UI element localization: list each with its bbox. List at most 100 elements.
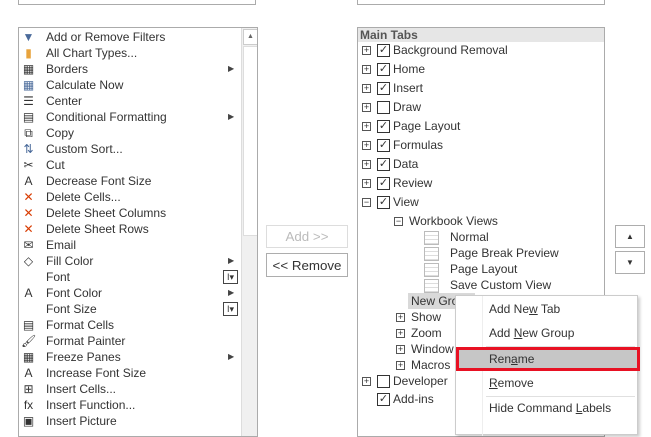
commands-scrollbar[interactable]: ▲ <box>241 28 257 436</box>
checkbox[interactable]: ✓ <box>377 44 390 58</box>
tab-item[interactable]: ✓ Add-ins <box>377 390 434 409</box>
command-item[interactable]: 🖌 Format Painter <box>19 333 239 349</box>
group-item[interactable]: + Window <box>396 341 454 357</box>
expand-toggle-icon[interactable]: + <box>396 313 405 323</box>
group-item[interactable]: + Show <box>396 309 441 325</box>
command-item[interactable]: ✕ Delete Sheet Columns <box>19 205 239 221</box>
menu-item-hide-command-labels[interactable]: Hide Command Labels <box>456 397 637 419</box>
command-label: Font Size <box>46 302 97 316</box>
command-item[interactable]: Save Custom View <box>424 277 551 293</box>
tab-item[interactable]: − ✓ View <box>362 193 419 212</box>
checkbox[interactable]: ✓ <box>377 196 390 210</box>
expand-toggle-icon[interactable]: + <box>362 103 371 113</box>
command-item[interactable]: ✕ Delete Cells... <box>19 189 239 205</box>
expand-toggle-icon[interactable]: + <box>362 122 371 132</box>
menu-item-rename[interactable]: Rename <box>456 347 640 371</box>
menu-label: Hide Command <box>489 401 576 415</box>
choose-commands-dropdown[interactable] <box>18 0 256 5</box>
command-item[interactable]: ▦ Freeze Panes ▶ <box>19 349 239 365</box>
checkbox[interactable]: ✓ <box>377 393 390 407</box>
checkbox[interactable]: ✓ <box>377 63 390 77</box>
move-down-button[interactable]: ▼ <box>615 251 645 274</box>
tree-label: Zoom <box>411 326 442 340</box>
command-label: Delete Sheet Rows <box>46 222 149 236</box>
expand-toggle-icon[interactable]: + <box>396 361 405 371</box>
expand-toggle-icon[interactable]: + <box>362 46 371 56</box>
checkbox[interactable]: ✓ <box>377 82 390 96</box>
command-item[interactable]: ▼ Add or Remove Filters <box>19 29 239 45</box>
command-item[interactable]: A Increase Font Size <box>19 365 239 381</box>
command-item[interactable]: ✉ Email <box>19 237 239 253</box>
tab-item[interactable]: + Developer <box>362 372 448 391</box>
tab-item[interactable]: + ✓ Background Removal <box>362 41 508 60</box>
remove-button[interactable]: << Remove <box>266 253 348 277</box>
checkbox[interactable]: ✓ <box>377 177 390 191</box>
command-item[interactable]: ✂ Cut <box>19 157 239 173</box>
checkbox[interactable]: ✓ <box>377 158 390 172</box>
commands-list[interactable]: ▣ Insert Picture fx Insert Function... ⊞ Inse… <box>18 27 258 437</box>
command-item[interactable]: A Font Color ▶ <box>19 285 239 301</box>
checkbox[interactable]: ✓ <box>377 120 390 134</box>
tab-item[interactable]: + ✓ Page Layout <box>362 117 460 136</box>
checkbox[interactable]: ✓ <box>377 139 390 153</box>
group-item[interactable]: + Macros <box>396 357 450 373</box>
tree-label: Page Break Preview <box>450 246 559 260</box>
scroll-up-button[interactable]: ▲ <box>243 29 257 45</box>
command-item[interactable]: ⇅ Custom Sort... <box>19 141 239 157</box>
command-item[interactable]: ▤ Conditional Formatting ▶ <box>19 109 239 125</box>
expand-toggle-icon[interactable]: + <box>362 141 371 151</box>
command-item[interactable]: ▦ Borders ▶ <box>19 61 239 77</box>
text-box-icon: I▾ <box>223 302 238 316</box>
expand-toggle-icon[interactable]: − <box>394 217 403 227</box>
submenu-arrow-icon: ▶ <box>228 64 235 73</box>
tab-item[interactable]: + ✓ Home <box>362 60 425 79</box>
expand-toggle-icon[interactable]: + <box>362 84 371 94</box>
tab-item[interactable]: + ✓ Data <box>362 155 418 174</box>
command-item[interactable]: ▦ Calculate Now <box>19 77 239 93</box>
command-item[interactable]: ▣ Insert Picture <box>19 413 239 429</box>
customize-ribbon-dropdown[interactable] <box>357 0 605 5</box>
expand-toggle-icon[interactable]: + <box>362 160 371 170</box>
calculator-icon: ▦ <box>22 78 35 92</box>
command-item[interactable]: ▮ All Chart Types... <box>19 45 239 61</box>
command-item[interactable]: Font I▾ <box>19 269 239 285</box>
command-item[interactable]: fx Insert Function... <box>19 397 239 413</box>
command-item[interactable]: ✕ Delete Sheet Rows <box>19 221 239 237</box>
insert-cells-icon: ⊞ <box>23 382 34 396</box>
expand-toggle-icon[interactable]: + <box>396 345 405 355</box>
scroll-thumb[interactable] <box>243 46 257 236</box>
command-item[interactable]: ☰ Center <box>19 93 239 109</box>
command-item[interactable]: Font Size I▾ <box>19 301 239 317</box>
move-up-button[interactable]: ▲ <box>615 225 645 248</box>
tab-item[interactable]: + Draw <box>362 98 421 117</box>
tab-item[interactable]: + ✓ Insert <box>362 79 423 98</box>
tree-label: Add-ins <box>393 392 434 406</box>
checkbox[interactable] <box>377 101 390 115</box>
command-item[interactable]: Normal <box>424 229 489 245</box>
expand-toggle-icon[interactable]: + <box>362 377 371 387</box>
menu-item-remove[interactable]: Remove <box>456 372 637 394</box>
command-item[interactable]: Page Break Preview <box>424 245 559 261</box>
checkbox[interactable] <box>377 375 390 389</box>
tab-item[interactable]: + ✓ Formulas <box>362 136 443 155</box>
tab-item[interactable]: + ✓ Review <box>362 174 432 193</box>
command-item[interactable]: A Decrease Font Size <box>19 173 239 189</box>
command-label: Center <box>46 94 83 108</box>
command-item[interactable]: ◇ Fill Color ▶ <box>19 253 239 269</box>
expand-toggle-icon[interactable]: + <box>396 329 405 339</box>
menu-label: ew Group <box>522 326 575 340</box>
command-item[interactable]: ⊞ Insert Cells... <box>19 381 239 397</box>
command-label: Format Painter <box>46 334 126 348</box>
menu-item-add-new-tab[interactable]: Add New Tab <box>456 298 637 320</box>
command-item[interactable]: Page Layout <box>424 261 517 277</box>
delete-cells-icon: ✕ <box>23 190 34 204</box>
command-item[interactable]: ▤ Format Cells <box>19 317 239 333</box>
menu-item-add-new-group[interactable]: Add New Group <box>456 322 637 344</box>
command-item[interactable]: ⧉ Copy <box>19 125 239 141</box>
expand-toggle-icon[interactable]: − <box>362 198 371 208</box>
add-button[interactable]: Add >> <box>266 225 348 248</box>
sort-icon: ⇅ <box>23 142 34 156</box>
expand-toggle-icon[interactable]: + <box>362 65 371 75</box>
group-item[interactable]: + Zoom <box>396 325 442 341</box>
expand-toggle-icon[interactable]: + <box>362 179 371 189</box>
